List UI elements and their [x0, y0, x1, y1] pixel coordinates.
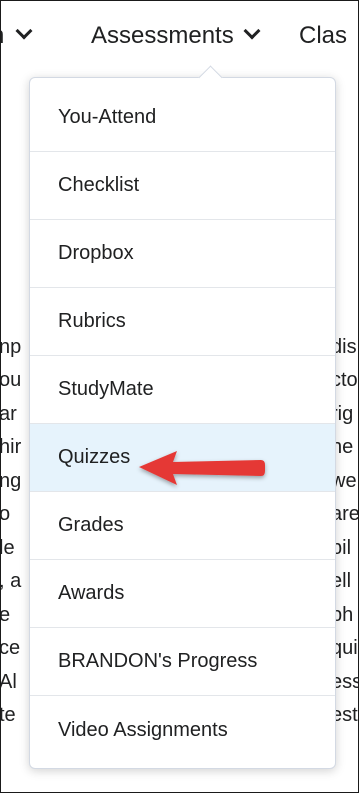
menu-item-rubrics[interactable]: Rubrics: [30, 288, 335, 356]
nav-item-previous[interactable]: n: [1, 21, 33, 51]
dropdown-menu-list: You-Attend Checklist Dropbox Rubrics Stu…: [30, 84, 335, 764]
background-text: te: [0, 704, 16, 726]
nav-item-next[interactable]: Clas: [299, 21, 347, 51]
background-text: o: [0, 503, 11, 525]
menu-item-checklist[interactable]: Checklist: [30, 152, 335, 220]
background-text: np: [0, 336, 22, 358]
background-text: ng: [0, 470, 22, 492]
menu-item-label: Grades: [58, 514, 124, 536]
menu-item-video-assignments[interactable]: Video Assignments: [30, 696, 335, 764]
chevron-down-icon: [243, 22, 261, 40]
chevron-down-icon: [15, 22, 33, 40]
menu-item-label: Checklist: [58, 174, 140, 196]
menu-item-label: BRANDON's Progress: [58, 650, 258, 672]
menu-item-label: Quizzes: [58, 446, 131, 468]
menu-item-label: StudyMate: [58, 378, 154, 400]
background-text: Al: [0, 671, 17, 693]
background-text: e: [0, 604, 11, 626]
nav-item-assessments-label: Assessments: [91, 22, 234, 49]
menu-item-awards[interactable]: Awards: [30, 560, 335, 628]
background-text: ar: [0, 403, 17, 425]
nav-item-assessments[interactable]: Assessments: [91, 21, 261, 51]
background-text: hir: [0, 436, 22, 458]
menu-item-label: Awards: [58, 582, 125, 604]
menu-item-grades[interactable]: Grades: [30, 492, 335, 560]
background-text: ou: [0, 369, 22, 391]
menu-item-label: Rubrics: [58, 310, 126, 332]
screenshot-frame: n Assessments Clas np ou ar hir ng o le …: [0, 0, 359, 793]
menu-item-label: You-Attend: [58, 106, 157, 128]
nav-item-previous-label: n: [1, 22, 4, 49]
red-arrow-icon: [139, 451, 265, 485]
assessments-dropdown-menu: You-Attend Checklist Dropbox Rubrics Stu…: [29, 65, 336, 769]
menu-item-you-attend[interactable]: You-Attend: [30, 84, 335, 152]
menu-item-brandons-progress[interactable]: BRANDON's Progress: [30, 628, 335, 696]
menu-item-label: Dropbox: [58, 242, 134, 264]
background-text: ce: [0, 637, 21, 659]
background-text: le: [0, 537, 15, 559]
background-text: , a: [0, 570, 22, 592]
top-navbar: n Assessments Clas: [1, 1, 358, 73]
menu-item-studymate[interactable]: StudyMate: [30, 356, 335, 424]
nav-item-next-label: Clas: [299, 22, 348, 49]
menu-item-dropbox[interactable]: Dropbox: [30, 220, 335, 288]
menu-item-label: Video Assignments: [58, 718, 228, 741]
